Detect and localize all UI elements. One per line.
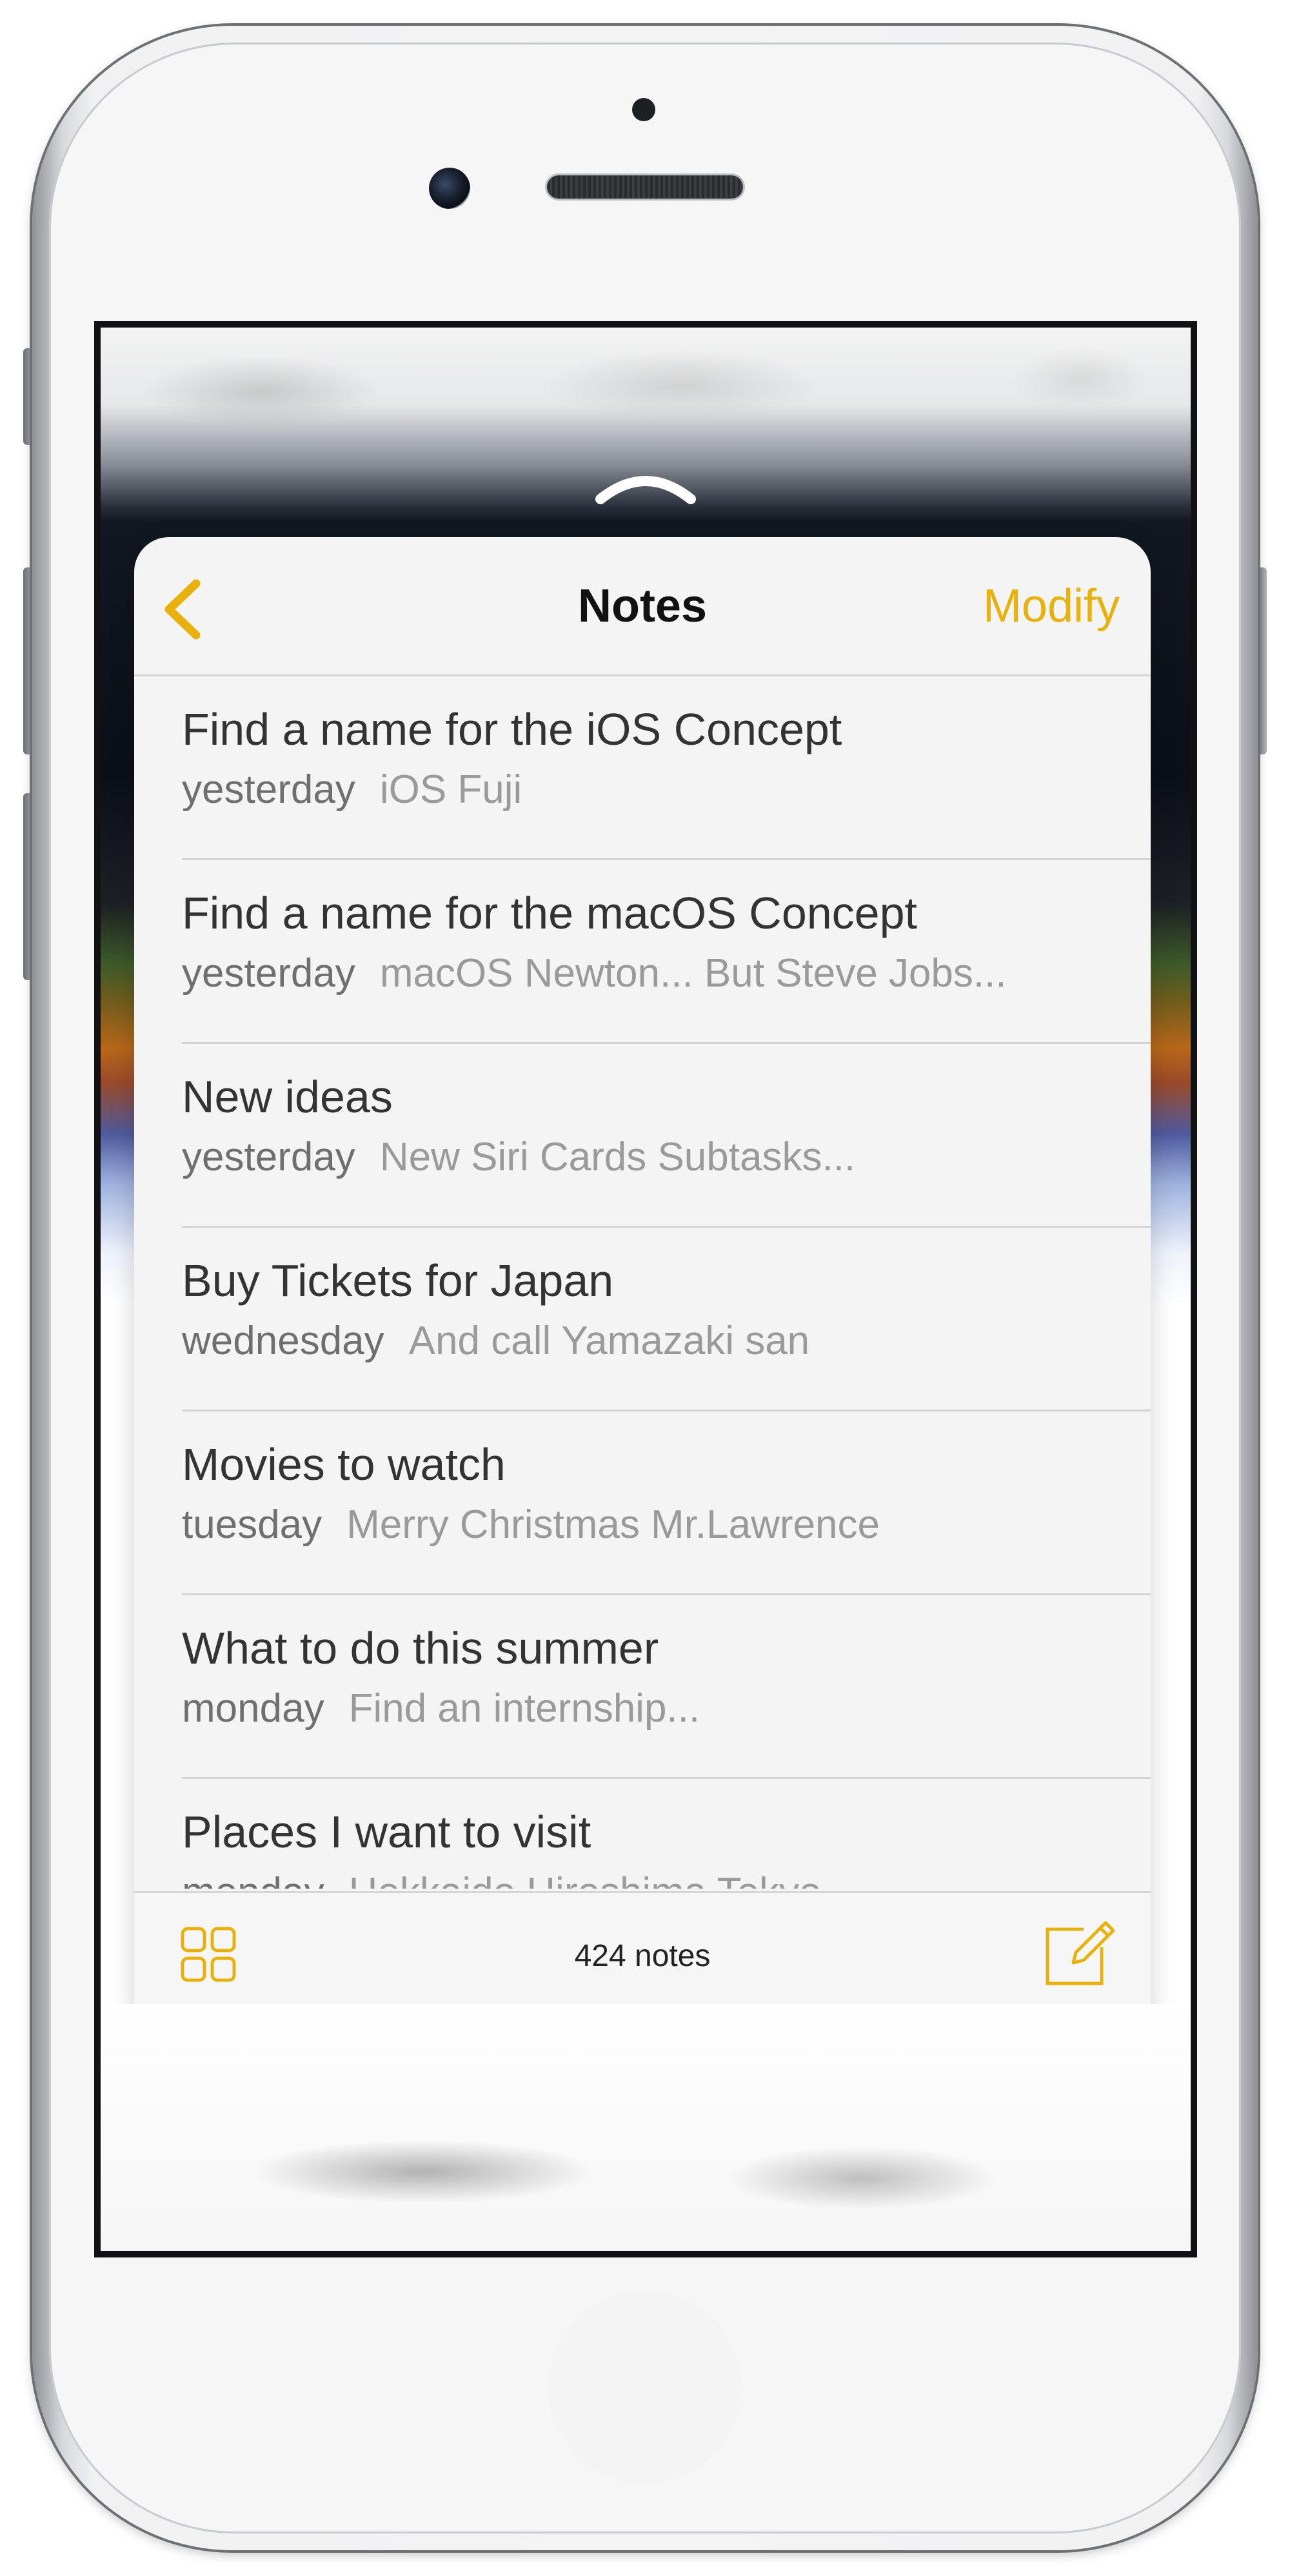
background-app-blur-bottom	[101, 2004, 1191, 2251]
note-preview: And call Yamazaki san	[408, 1319, 810, 1363]
note-title: Places I want to visit	[182, 1807, 591, 1857]
home-button[interactable]	[548, 2290, 742, 2484]
note-date: wednesday	[182, 1319, 384, 1363]
note-meta: yesterday New Siri Cards Subtasks...	[182, 1134, 855, 1180]
power-button	[1256, 567, 1267, 754]
list-item[interactable]: Find a name for the iOS Concept yesterda…	[134, 676, 1151, 860]
earpiece-speaker	[547, 175, 743, 199]
note-meta: wednesday And call Yamazaki san	[182, 1318, 809, 1364]
list-item[interactable]: Movies to watch tuesday Merry Christmas M…	[134, 1411, 1151, 1595]
note-date: monday	[182, 1870, 324, 1889]
note-meta: yesterday macOS Newton... But Steve Jobs.…	[182, 950, 1007, 996]
note-meta: yesterday iOS Fuji	[182, 767, 522, 812]
note-title: Find a name for the macOS Concept	[182, 888, 917, 938]
note-meta: tuesday Merry Christmas Mr.Lawrence	[182, 1502, 880, 1548]
note-preview: Hokkaido Hiroshima Tokyo...	[349, 1870, 855, 1889]
canvas: Notes Modify Find a name for the iOS Con…	[0, 0, 1290, 2576]
screen: Notes Modify Find a name for the iOS Con…	[101, 328, 1191, 2251]
list-item[interactable]: What to do this summer monday Find an int…	[134, 1595, 1151, 1779]
note-title: Buy Tickets for Japan	[182, 1255, 614, 1306]
note-title: What to do this summer	[182, 1623, 659, 1673]
chevron-up-icon[interactable]	[594, 468, 697, 507]
note-date: yesterday	[182, 951, 355, 996]
note-date: yesterday	[182, 767, 355, 812]
compose-icon[interactable]	[1044, 1915, 1116, 1987]
note-meta: monday Hokkaido Hiroshima Tokyo...	[182, 1869, 855, 1889]
list-item[interactable]: Buy Tickets for Japan wednesday And call …	[134, 1228, 1151, 1411]
note-preview: iOS Fuji	[379, 767, 522, 812]
modify-button[interactable]: Modify	[983, 580, 1120, 633]
note-title: Movies to watch	[182, 1439, 506, 1490]
note-title: New ideas	[182, 1072, 393, 1122]
notes-list: Find a name for the iOS Concept yesterda…	[134, 676, 1151, 1889]
note-preview: New Siri Cards Subtasks...	[379, 1135, 856, 1179]
note-title: Find a name for the iOS Concept	[182, 704, 842, 754]
note-date: tuesday	[182, 1502, 322, 1547]
notes-card: Notes Modify Find a name for the iOS Con…	[134, 537, 1151, 2040]
note-preview: Merry Christmas Mr.Lawrence	[346, 1502, 880, 1547]
note-preview: Find an internship...	[348, 1686, 700, 1731]
navigation-bar: Notes Modify	[134, 537, 1151, 676]
note-preview: macOS Newton... But Steve Jobs...	[379, 951, 1007, 996]
note-meta: monday Find an internship...	[182, 1686, 700, 1731]
proximity-sensor	[632, 98, 655, 121]
note-date: yesterday	[182, 1135, 355, 1179]
list-item[interactable]: Places I want to visit monday Hokkaido Hi…	[134, 1779, 1151, 1889]
notes-count: 424 notes	[574, 1939, 711, 1973]
list-item[interactable]: New ideas yesterday New Siri Cards Subtas…	[134, 1044, 1151, 1228]
list-item[interactable]: Find a name for the macOS Concept yester…	[134, 860, 1151, 1044]
front-camera	[429, 168, 470, 209]
note-date: monday	[182, 1686, 324, 1731]
